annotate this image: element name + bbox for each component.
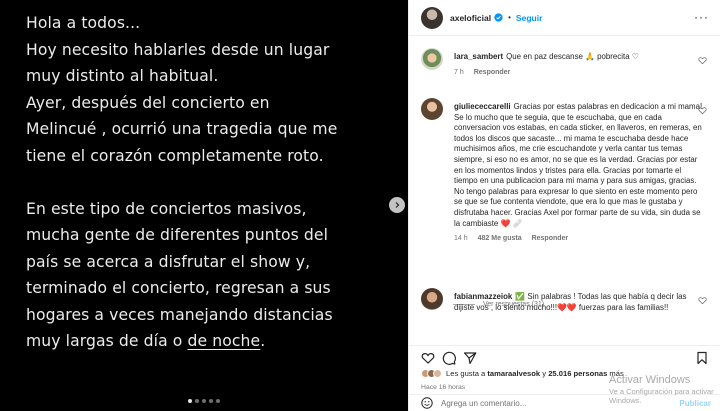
comment-time[interactable]: 14 h: [454, 234, 468, 245]
commenter-avatar[interactable]: [421, 288, 443, 310]
follow-button[interactable]: Seguir: [516, 13, 542, 23]
verified-badge-icon: [494, 13, 503, 22]
carousel-dot: [195, 399, 199, 403]
save-bookmark-icon[interactable]: [695, 351, 709, 365]
like-comment-heart-icon[interactable]: [698, 296, 707, 305]
comment-item: lara_sambert Que en paz descanse 🙏 pobrec…: [421, 48, 709, 88]
share-send-icon[interactable]: [463, 351, 477, 365]
author-username[interactable]: axeloficial: [450, 13, 491, 23]
windows-activation-watermark: Activar Windows Ve a Configuración para …: [609, 374, 720, 405]
carousel-dot: [188, 399, 192, 403]
post-panel: axeloficial • Seguir ··· lara_sambert Que…: [408, 0, 720, 411]
post-text-line: hogares a veces manejando distancias: [26, 305, 333, 324]
carousel-dot: [209, 399, 213, 403]
comment-username[interactable]: lara_sambert: [454, 52, 503, 61]
reply-button[interactable]: Responder: [532, 234, 569, 245]
post-text-line: país se acerca a disfrutar el show y,: [26, 252, 311, 271]
post-header: axeloficial • Seguir ···: [409, 0, 720, 36]
carousel-dot: [202, 399, 206, 403]
chevron-right-icon: [395, 202, 400, 208]
carousel-dots: [0, 399, 408, 403]
comment-bubble-icon[interactable]: [442, 351, 456, 365]
author-avatar[interactable]: [421, 6, 443, 29]
watermark-subtitle: Ve a Configuración para activar Windows.: [609, 387, 714, 405]
commenter-avatar[interactable]: [421, 98, 443, 120]
comment-time[interactable]: 7 h: [454, 68, 464, 79]
liker-avatar: [433, 369, 442, 378]
post-text-line: tiene el corazón completamente roto.: [26, 146, 324, 165]
post-image: Hola a todos... Hoy necesito hablarles de…: [0, 0, 408, 411]
like-heart-icon[interactable]: [421, 351, 435, 365]
post-text-line: Hola a todos...: [26, 14, 141, 32]
commenter-avatar[interactable]: [421, 48, 443, 70]
post-text-line: En este tipo de conciertos masivos,: [26, 199, 307, 218]
likes-summary[interactable]: Les gusta a tamaraalvesok y 25.016 perso…: [421, 369, 624, 378]
comment-username[interactable]: fabianmazzeiok: [454, 292, 512, 301]
post-text-last-line: muy largas de día o de noche.: [26, 332, 266, 350]
comment-likes[interactable]: 482 Me gusta: [478, 234, 522, 245]
post-text-line: mucha gente de diferentes puntos del: [26, 226, 329, 244]
comment-text: Que en paz descanse 🙏 pobrecita ♡: [506, 52, 639, 61]
carousel-dot: [216, 399, 220, 403]
emoji-icon[interactable]: [421, 397, 433, 409]
header-separator: •: [508, 13, 511, 22]
likes-text: Les gusta a tamaraalvesok y 25.016 perso…: [446, 369, 624, 378]
reply-button[interactable]: Responder: [474, 68, 511, 79]
post-text-line: terminado el concierto, regresan a sus: [26, 279, 331, 297]
post-text-line: Melincué , ocurrió una tragedia que me: [26, 120, 338, 138]
post-text: Hola a todos... Hoy necesito hablarles de…: [26, 10, 406, 355]
post-timestamp[interactable]: Hace 16 horas: [421, 384, 465, 391]
comment-text: Gracias por estas palabras en dedicacion…: [454, 102, 703, 228]
comment-item: giuliececcarelli Gracias por estas palabr…: [421, 98, 709, 298]
comment-username[interactable]: giuliececcarelli: [454, 102, 511, 111]
post-text-line: Hoy necesito hablarles desde un lugar: [26, 40, 330, 59]
post-text-line: muy distinto al habitual.: [26, 67, 219, 85]
carousel-next-button[interactable]: [389, 197, 405, 213]
watermark-title: Activar Windows: [609, 374, 691, 386]
post-actions-bar: [409, 345, 720, 367]
like-comment-heart-icon[interactable]: [698, 106, 707, 115]
comment-item: fabianmazzeiok ✅ Sin palabras ! Todas las…: [421, 288, 709, 328]
post-text-line: Ayer, después del concierto en: [26, 93, 270, 112]
like-comment-heart-icon[interactable]: [698, 56, 707, 65]
comments-list: lara_sambert Que en paz descanse 🙏 pobrec…: [409, 37, 720, 344]
more-options-icon[interactable]: ···: [694, 11, 709, 23]
